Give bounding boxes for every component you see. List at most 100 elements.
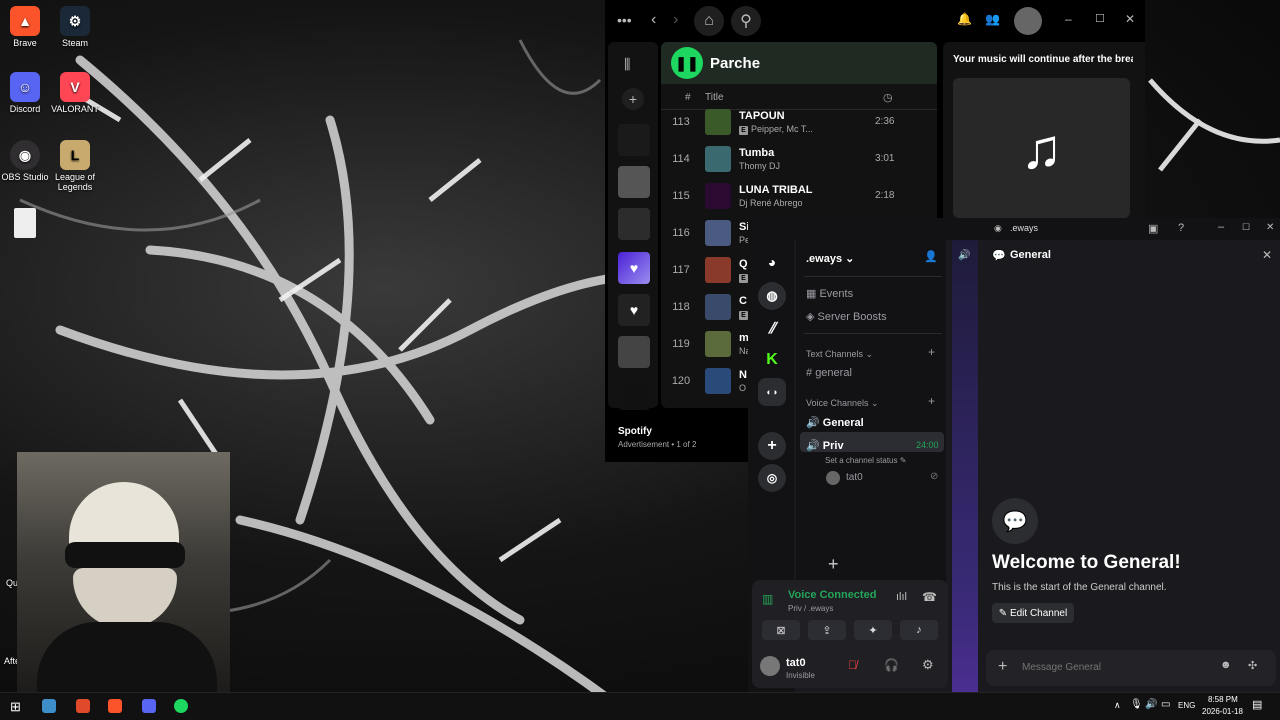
- windows-start-icon[interactable]: ⊞: [10, 699, 21, 715]
- track-title[interactable]: Q: [739, 258, 748, 270]
- channel-status[interactable]: Set a channel status ✎: [825, 456, 906, 465]
- desktop-icon-file[interactable]: [0, 208, 55, 240]
- track-title[interactable]: N: [739, 369, 747, 381]
- track-artist[interactable]: E Peipper, Mc T...: [739, 124, 813, 135]
- close-icon[interactable]: ✕: [1262, 248, 1272, 262]
- forward-icon[interactable]: ›: [673, 11, 678, 29]
- voice-connected-status[interactable]: Voice Connected: [788, 589, 876, 601]
- minimize-icon[interactable]: –: [1065, 12, 1072, 26]
- volume-icon[interactable]: 🔊: [1145, 699, 1157, 710]
- user-name[interactable]: tat0: [786, 657, 806, 669]
- text-channels-category[interactable]: Text Channels ⌄: [806, 349, 873, 360]
- voice-location[interactable]: Priv / .eways: [788, 604, 833, 613]
- track-row[interactable]: 113 TAPOUN E Peipper, Mc T... 2:36: [661, 104, 937, 141]
- track-artist[interactable]: Thomy DJ: [739, 161, 780, 171]
- discover-icon[interactable]: ◎: [758, 464, 786, 492]
- library-item[interactable]: [618, 208, 650, 240]
- close-icon[interactable]: ✕: [1125, 12, 1135, 26]
- back-icon[interactable]: ‹: [651, 11, 656, 29]
- soundboard-button[interactable]: ♪: [900, 620, 938, 640]
- message-input[interactable]: [1022, 656, 1212, 678]
- edit-channel-button[interactable]: ✎ Edit Channel: [992, 603, 1074, 623]
- add-channel-icon[interactable]: +: [928, 345, 935, 359]
- desktop-icon-steam[interactable]: ⚙ Steam: [45, 6, 105, 48]
- library-item[interactable]: ♥: [618, 294, 650, 326]
- help-icon[interactable]: ?: [1178, 222, 1184, 234]
- network-icon[interactable]: ▭: [1161, 699, 1170, 710]
- camera-button[interactable]: ⊠: [762, 620, 800, 640]
- track-title[interactable]: C: [739, 295, 747, 307]
- add-server-icon[interactable]: +: [758, 432, 786, 460]
- library-item[interactable]: [618, 336, 650, 368]
- library-item[interactable]: [618, 166, 650, 198]
- invite-icon[interactable]: 👤: [924, 250, 938, 263]
- screen-share-button[interactable]: ⇪: [808, 620, 846, 640]
- library-item[interactable]: [618, 124, 650, 156]
- home-icon[interactable]: ⌂: [694, 6, 724, 36]
- noise-suppression-icon[interactable]: ılıl: [896, 591, 907, 603]
- attach-icon[interactable]: +: [998, 658, 1007, 676]
- settings-gear-icon[interactable]: ⚙: [922, 657, 934, 673]
- track-artist[interactable]: Dj René Abrego: [739, 198, 803, 208]
- voice-channel-general[interactable]: 🔊 General: [806, 416, 864, 429]
- minimize-icon[interactable]: –: [1218, 221, 1224, 233]
- avatar[interactable]: [760, 656, 780, 676]
- server-name-dropdown[interactable]: .eways ⌄: [806, 252, 854, 265]
- server-boosts-item[interactable]: ◈ Server Boosts: [806, 310, 887, 323]
- activities-button[interactable]: ✦: [854, 620, 892, 640]
- chevron-up-icon[interactable]: ∧: [1114, 700, 1121, 711]
- track-title[interactable]: Tumba: [739, 147, 774, 159]
- desktop-icon-league[interactable]: L League of Legends: [45, 140, 105, 192]
- microphone-icon[interactable]: 🎙: [1130, 699, 1143, 710]
- server-icon[interactable]: ◍: [758, 282, 786, 310]
- voice-channels-category[interactable]: Voice Channels ⌄: [806, 398, 879, 409]
- emoji-icon[interactable]: ☻: [1220, 659, 1232, 671]
- language-indicator[interactable]: ENG: [1178, 701, 1195, 710]
- avatar[interactable]: [826, 471, 840, 485]
- apps-icon[interactable]: ✣: [1248, 659, 1257, 672]
- bell-icon[interactable]: 🔔: [957, 12, 972, 26]
- taskbar-app-icon[interactable]: [76, 699, 90, 713]
- friends-icon[interactable]: 👥: [985, 12, 1000, 26]
- track-row[interactable]: 115 LUNA TRIBAL Dj René Abrego 2:18: [661, 178, 937, 215]
- headphones-icon[interactable]: 🎧: [884, 658, 899, 672]
- server-folder-icon[interactable]: ◐◑: [758, 378, 786, 406]
- add-icon[interactable]: +: [828, 554, 839, 575]
- profile-avatar[interactable]: [1014, 7, 1042, 35]
- maximize-icon[interactable]: ☐: [1242, 222, 1250, 233]
- track-title[interactable]: LUNA TRIBAL: [739, 184, 813, 196]
- clock-date[interactable]: 2026-01-18: [1202, 707, 1243, 716]
- library-icon[interactable]: ⫼: [624, 56, 630, 73]
- mute-icon[interactable]: 🎙̸: [848, 658, 857, 672]
- server-icon[interactable]: ⫽: [758, 314, 786, 342]
- track-artist[interactable]: O: [739, 383, 746, 393]
- liked-songs-icon[interactable]: ♥: [618, 252, 650, 284]
- library-item[interactable]: [618, 378, 650, 410]
- column-title: Title: [705, 92, 724, 103]
- more-icon[interactable]: •••: [617, 12, 632, 28]
- close-icon[interactable]: ✕: [1266, 222, 1274, 233]
- kick-icon[interactable]: K: [758, 346, 786, 374]
- taskbar-app-icon[interactable]: [42, 699, 56, 713]
- pause-button[interactable]: ❚❚: [671, 47, 703, 79]
- taskbar-app-icon[interactable]: [142, 699, 156, 713]
- clock-time[interactable]: 8:58 PM: [1208, 695, 1238, 704]
- search-icon[interactable]: ⚲: [731, 6, 761, 36]
- discord-home-icon[interactable]: ◕: [758, 248, 786, 276]
- desktop-icon-valorant[interactable]: V VALORANT: [45, 72, 105, 114]
- ad-artwork: ♫: [953, 78, 1130, 218]
- maximize-icon[interactable]: ☐: [1095, 12, 1105, 25]
- disconnect-icon[interactable]: ☎: [922, 590, 937, 604]
- add-channel-icon[interactable]: +: [928, 394, 935, 408]
- taskbar-app-icon[interactable]: [108, 699, 122, 713]
- events-item[interactable]: ▦ Events: [806, 287, 853, 300]
- voice-channel-priv[interactable]: 🔊 Priv: [806, 439, 844, 452]
- text-channel-general[interactable]: # general: [806, 367, 852, 379]
- track-title[interactable]: TAPOUN: [739, 110, 785, 122]
- taskbar-app-icon[interactable]: [174, 699, 188, 713]
- inbox-icon[interactable]: ▣: [1148, 222, 1158, 235]
- add-icon[interactable]: +: [622, 88, 644, 110]
- voice-member-name[interactable]: tat0: [846, 472, 863, 483]
- track-row[interactable]: 114 Tumba Thomy DJ 3:01: [661, 141, 937, 178]
- notifications-icon[interactable]: ▤: [1252, 698, 1262, 711]
